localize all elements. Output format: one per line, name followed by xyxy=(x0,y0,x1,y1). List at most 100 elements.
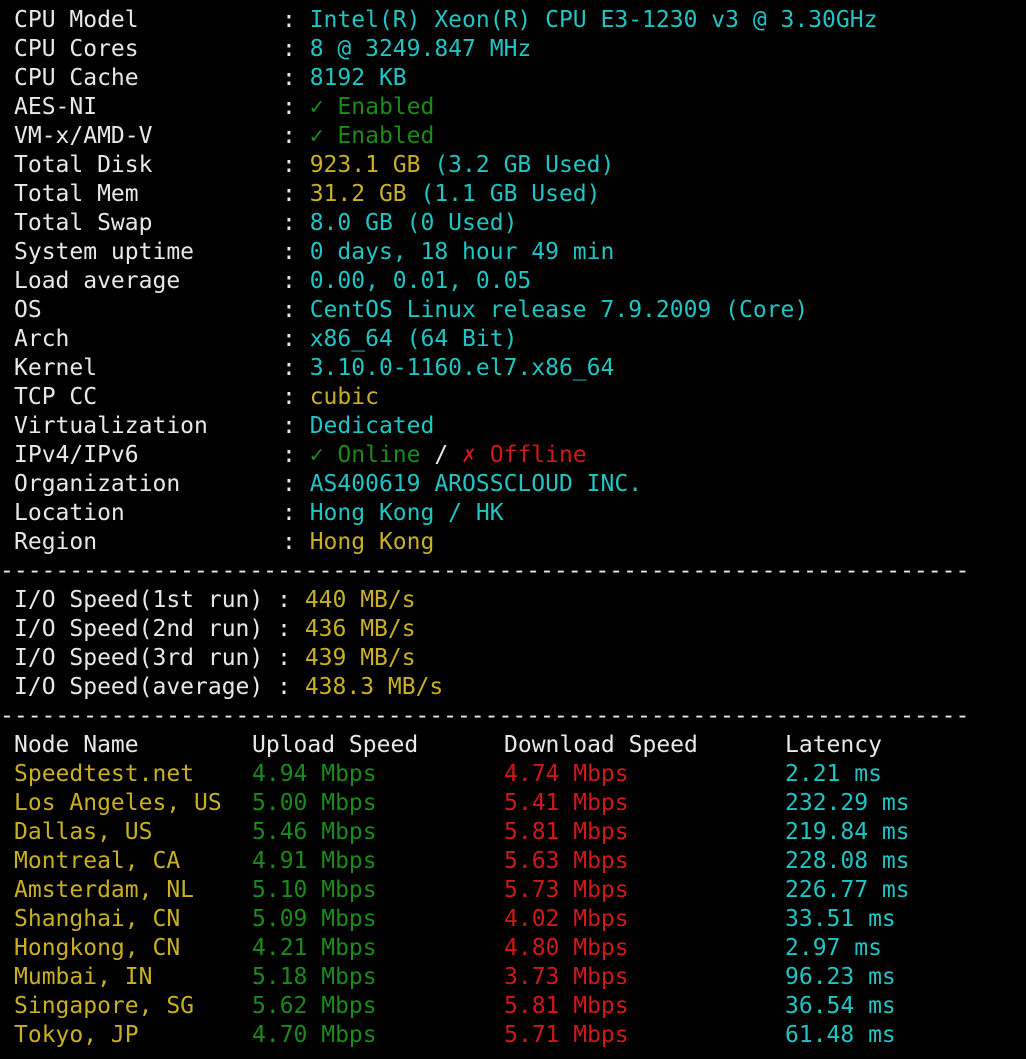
separator: : xyxy=(282,94,310,120)
upload-speed: 5.18 Mbps xyxy=(252,964,377,990)
info-value: 8192 KB xyxy=(309,65,407,91)
upload-speed: 5.10 Mbps xyxy=(252,877,377,903)
table-row: Los Angeles, US 5.00 Mbps 5.41 Mbps 232.29 … xyxy=(14,789,1026,818)
info-label: CPU Model xyxy=(14,7,139,33)
io-speed-value: 439 MB/s xyxy=(304,645,416,671)
io-speed-line: I/O Speed(2nd run) : 436 MB/s xyxy=(14,615,1026,644)
info-label: Region xyxy=(14,529,98,555)
system-info-section: CPU Model: Intel(R) Xeon(R) CPU E3-1230 … xyxy=(14,6,1026,557)
info-label: Kernel xyxy=(14,355,98,381)
info-label: VM-x/AMD-V xyxy=(14,123,153,149)
table-row: Amsterdam, NL 5.10 Mbps 5.73 Mbps 226.77 ms xyxy=(14,876,1026,905)
info-line: Total Mem: 31.2 GB (1.1 GB Used) xyxy=(14,180,1026,209)
latency: 232.29 ms xyxy=(785,790,910,816)
info-value: CentOS Linux release 7.9.2009 (Core) xyxy=(309,297,809,323)
info-label: System uptime xyxy=(14,239,195,265)
table-row: Tokyo, JP 4.70 Mbps 5.71 Mbps 61.48 ms xyxy=(14,1021,1026,1050)
separator: : xyxy=(282,326,310,352)
upload-speed: 5.46 Mbps xyxy=(252,819,377,845)
download-speed: 4.80 Mbps xyxy=(504,935,629,961)
info-label: IPv4/IPv6 xyxy=(14,442,139,468)
io-speed-label: I/O Speed(2nd run) xyxy=(14,616,264,642)
info-label: CPU Cache xyxy=(14,65,139,91)
table-row: Shanghai, CN 5.09 Mbps 4.02 Mbps 33.51 ms xyxy=(14,905,1026,934)
io-speed-section: I/O Speed(1st run) : 440 MB/s I/O Speed(2… xyxy=(14,586,1026,702)
download-speed: 5.71 Mbps xyxy=(504,1022,629,1048)
latency: 96.23 ms xyxy=(785,964,896,990)
info-value: ✓ Enabled xyxy=(309,94,435,120)
separator xyxy=(263,645,277,671)
header-upload-speed: Upload Speed xyxy=(252,732,419,758)
node-name: Speedtest.net xyxy=(14,761,195,787)
separator xyxy=(263,674,277,700)
info-value: AS400619 AROSSCLOUD INC. xyxy=(309,471,643,497)
upload-speed: 4.21 Mbps xyxy=(252,935,377,961)
download-speed: 5.73 Mbps xyxy=(504,877,629,903)
info-line: Region: Hong Kong xyxy=(14,528,1026,557)
separator: : xyxy=(282,297,310,323)
info-label: Virtualization xyxy=(14,413,208,439)
info-value: x86_64 (64 Bit) xyxy=(309,326,518,352)
table-header: Node Name Upload Speed Download Speed La… xyxy=(14,731,1026,760)
upload-speed: 4.70 Mbps xyxy=(252,1022,377,1048)
info-line: VM-x/AMD-V: ✓ Enabled xyxy=(14,122,1026,151)
download-speed: 5.81 Mbps xyxy=(504,819,629,845)
info-line: Total Disk: 923.1 GB (3.2 GB Used) xyxy=(14,151,1026,180)
node-name: Hongkong, CN xyxy=(14,935,181,961)
separator xyxy=(263,587,277,613)
info-line: CPU Cores: 8 @ 3249.847 MHz xyxy=(14,35,1026,64)
divider: ----------------------------------------… xyxy=(0,558,970,584)
table-row: Montreal, CA 4.91 Mbps 5.63 Mbps 228.08 ms xyxy=(14,847,1026,876)
info-line: Load average: 0.00, 0.01, 0.05 xyxy=(14,267,1026,296)
separator: : xyxy=(282,7,310,33)
separator: : xyxy=(282,442,310,468)
io-speed-value: 438.3 MB/s xyxy=(304,674,444,700)
info-line: AES-NI: ✓ Enabled xyxy=(14,93,1026,122)
info-value: Dedicated xyxy=(309,413,435,439)
info-value: 0 days, 18 hour 49 min xyxy=(309,239,615,265)
info-label: AES-NI xyxy=(14,94,98,120)
terminal-output: CPU Model: Intel(R) Xeon(R) CPU E3-1230 … xyxy=(0,0,1026,1050)
info-value: (3.2 GB Used) xyxy=(434,152,615,178)
separator: : xyxy=(277,645,305,671)
latency: 226.77 ms xyxy=(785,877,910,903)
separator: : xyxy=(277,674,305,700)
separator: : xyxy=(282,152,310,178)
separator: : xyxy=(282,413,310,439)
info-value: (1.1 GB Used) xyxy=(420,181,601,207)
upload-speed: 5.00 Mbps xyxy=(252,790,377,816)
info-line: CPU Cache: 8192 KB xyxy=(14,64,1026,93)
latency: 61.48 ms xyxy=(785,1022,896,1048)
info-value: 3.10.0-1160.el7.x86_64 xyxy=(309,355,615,381)
node-name: Tokyo, JP xyxy=(14,1022,139,1048)
io-speed-line: I/O Speed(3rd run) : 439 MB/s xyxy=(14,644,1026,673)
info-label: TCP CC xyxy=(14,384,98,410)
speedtest-table: Node Name Upload Speed Download Speed La… xyxy=(14,731,1026,1050)
table-row: Mumbai, IN 5.18 Mbps 3.73 Mbps 96.23 ms xyxy=(14,963,1026,992)
io-speed-label: I/O Speed(3rd run) xyxy=(14,645,264,671)
info-value: cubic xyxy=(309,384,379,410)
info-value: 8 @ 3249.847 MHz xyxy=(309,36,532,62)
upload-speed: 4.91 Mbps xyxy=(252,848,377,874)
info-label: Location xyxy=(14,500,125,526)
download-speed: 4.02 Mbps xyxy=(504,906,629,932)
node-name: Singapore, SG xyxy=(14,993,195,1019)
separator: : xyxy=(282,239,310,265)
separator: : xyxy=(282,36,310,62)
info-label: OS xyxy=(14,297,42,323)
upload-speed: 4.94 Mbps xyxy=(252,761,377,787)
node-name: Los Angeles, US xyxy=(14,790,222,816)
separator: : xyxy=(282,355,310,381)
info-line: Arch: x86_64 (64 Bit) xyxy=(14,325,1026,354)
upload-speed: 5.09 Mbps xyxy=(252,906,377,932)
info-line: Location: Hong Kong / HK xyxy=(14,499,1026,528)
download-speed: 4.74 Mbps xyxy=(504,761,629,787)
info-line: Kernel: 3.10.0-1160.el7.x86_64 xyxy=(14,354,1026,383)
info-label: CPU Cores xyxy=(14,36,139,62)
table-row: Speedtest.net 4.94 Mbps 4.74 Mbps 2.21 ms xyxy=(14,760,1026,789)
download-speed: 5.63 Mbps xyxy=(504,848,629,874)
info-line: Organization: AS400619 AROSSCLOUD INC. xyxy=(14,470,1026,499)
latency: 2.21 ms xyxy=(785,761,882,787)
info-value: Hong Kong / HK xyxy=(309,500,504,526)
info-label: Arch xyxy=(14,326,70,352)
